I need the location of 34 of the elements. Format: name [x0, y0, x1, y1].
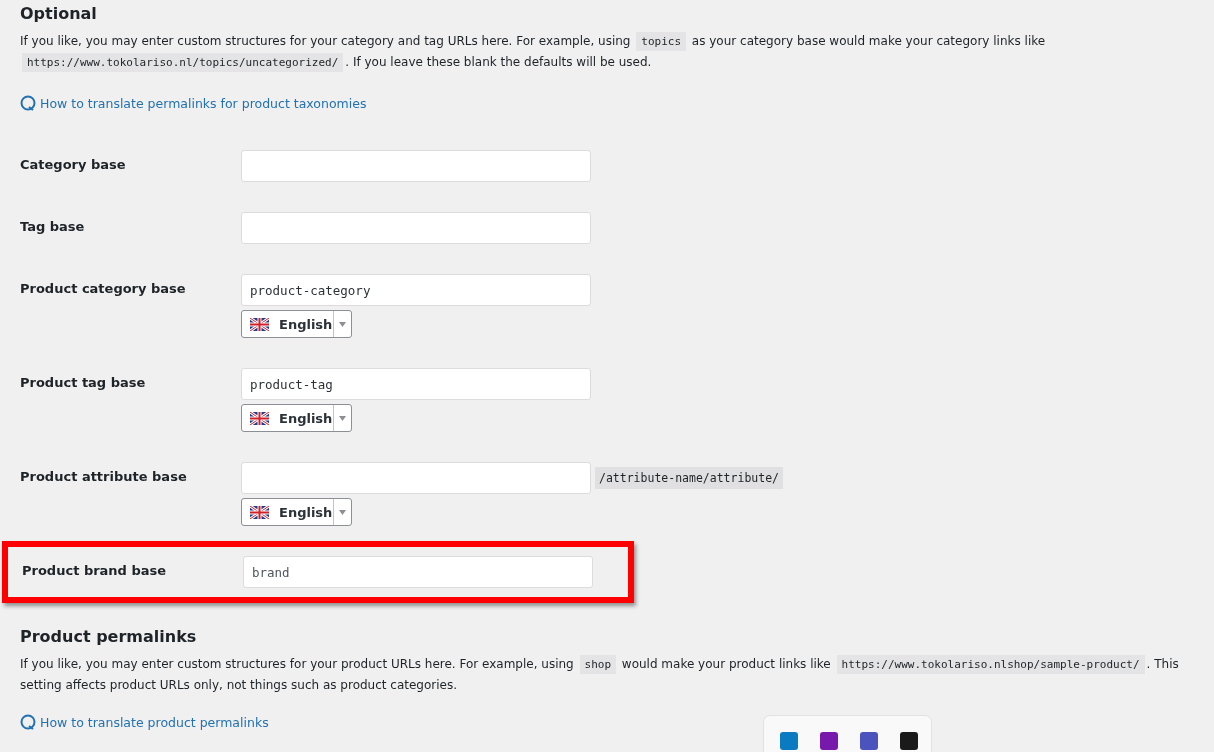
language-dropdown[interactable]: English: [241, 310, 352, 338]
input-field[interactable]: [241, 212, 591, 244]
input-field[interactable]: [241, 150, 591, 182]
field-label: Category base: [20, 156, 127, 174]
section-description: If you like, you may enter custom structures for your product URLs here. For example, using shop would make your product links like https://www.tokolariso.nlshop/sample-product/ . This setting affects product URLs only, not things such as product categories.: [20, 654, 1180, 694]
input-field[interactable]: product-category: [241, 274, 591, 306]
app-icon[interactable]: [860, 732, 878, 750]
help-icon: [20, 714, 36, 730]
caret-icon: [339, 509, 346, 515]
caret-icon: [339, 321, 346, 327]
input-field[interactable]: brand: [243, 556, 593, 588]
help-link[interactable]: How to translate product permalinks: [20, 714, 269, 730]
field-label: Product category base: [20, 280, 187, 298]
language-dropdown[interactable]: English: [241, 498, 352, 526]
language-dropdown[interactable]: English: [241, 404, 352, 432]
field-label: Product attribute base: [20, 468, 188, 486]
field-label: Product brand base: [22, 562, 168, 580]
help-link[interactable]: How to translate permalinks for product taxonomies: [20, 95, 367, 111]
input-field[interactable]: [241, 462, 591, 494]
field-label: Tag base: [20, 218, 86, 236]
input-field[interactable]: product-tag: [241, 368, 591, 400]
help-icon: [20, 95, 36, 111]
field-label: Product tag base: [20, 374, 147, 392]
caret-icon: [339, 415, 346, 421]
uk-flag-icon: [250, 317, 269, 331]
section-heading: Product permalinks: [20, 626, 198, 646]
section-heading: Optional: [20, 3, 98, 23]
section-description: If you like, you may enter custom structures for your category and tag URLs here. For example, using topics as your category base would make your category links like https://www.tokolariso.nl/topics/uncategorized/ . If you leave these blank the defaults will be used.: [20, 31, 1194, 73]
app-icon[interactable]: [780, 732, 798, 750]
suffix-text: /attribute-name/attribute/: [595, 467, 783, 489]
uk-flag-icon: [250, 505, 269, 519]
uk-flag-icon: [250, 411, 269, 425]
app-icon[interactable]: [900, 732, 918, 750]
app-icon[interactable]: [820, 732, 838, 750]
